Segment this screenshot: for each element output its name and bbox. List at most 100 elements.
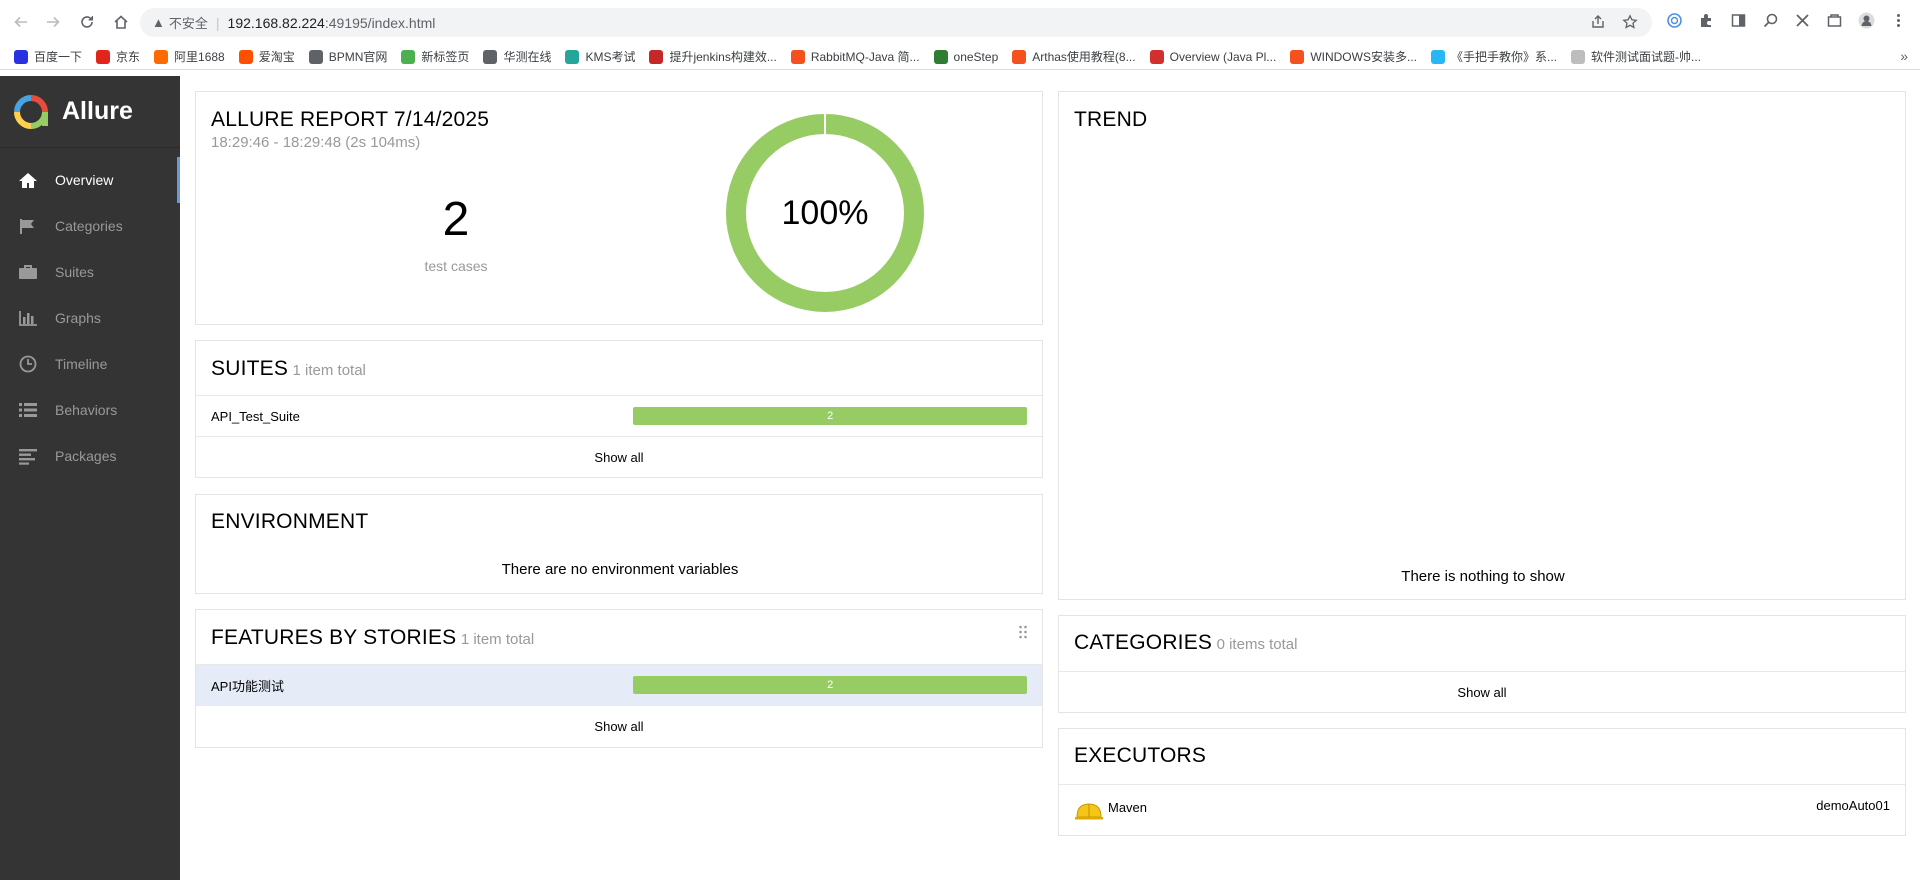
bookmark-favicon-icon	[238, 49, 253, 64]
browser-toolbar: ▲ 不安全 | 192.168.82.224:49195/index.html	[0, 0, 1920, 44]
bookmark-label: BPMN官网	[328, 50, 388, 64]
sidebar-item-categories[interactable]: Categories	[0, 203, 180, 249]
bookmark-item[interactable]: WINDOWS安装多...	[1290, 48, 1417, 65]
features-subtitle: 1 item total	[460, 631, 535, 648]
bookmarks-overflow-icon[interactable]: »	[1900, 48, 1908, 64]
executor-row[interactable]: Maven demoAuto01	[1059, 785, 1905, 837]
bookmark-label: oneStep	[953, 49, 999, 64]
address-bar[interactable]: ▲ 不安全 | 192.168.82.224:49195/index.html	[140, 8, 1652, 37]
bookmark-item[interactable]: 阿里1688	[154, 48, 225, 65]
tools-icon[interactable]	[1794, 12, 1811, 29]
bookmark-item[interactable]: 华测在线	[483, 48, 551, 65]
bookmark-label: 新标签页	[421, 50, 470, 64]
trend-title: TREND	[1074, 108, 1148, 131]
bookmark-item[interactable]: 软件测试面试题-帅...	[1571, 48, 1701, 65]
back-button[interactable]	[10, 11, 32, 33]
categories-subtitle: 0 items total	[1216, 636, 1298, 653]
environment-title: ENVIRONMENT	[211, 510, 369, 533]
home-outline-icon	[114, 15, 128, 29]
executor-build-name[interactable]: demoAuto01	[1816, 798, 1890, 813]
sidebar-item-timeline[interactable]: Timeline	[0, 341, 180, 387]
bookmark-favicon-icon	[1149, 49, 1164, 64]
sidebar-item-label: Categories	[55, 218, 123, 234]
bookmark-label: WINDOWS安装多...	[1310, 50, 1417, 64]
categories-title: CATEGORIES	[1074, 631, 1213, 654]
bookmark-item[interactable]: Arthas使用教程(8...	[1012, 48, 1136, 65]
bookmark-item[interactable]: BPMN官网	[308, 48, 388, 65]
reload-icon	[81, 16, 93, 28]
bookmark-favicon-icon	[1430, 49, 1445, 64]
report-time-range: 18:29:46 - 18:29:48 (2s 104ms)	[211, 134, 421, 151]
bookmark-item[interactable]: 爱淘宝	[238, 48, 295, 65]
home-button[interactable]	[110, 11, 132, 33]
search-icon[interactable]	[1762, 12, 1779, 29]
bookmark-label: 爱淘宝	[258, 50, 295, 64]
bookmark-item[interactable]: oneStep	[933, 49, 999, 64]
sidepanel-icon[interactable]	[1730, 12, 1747, 29]
bookmark-favicon-icon	[1290, 49, 1305, 64]
reload-button[interactable]	[76, 11, 98, 33]
executor-name: Maven	[1108, 799, 1148, 815]
feature-row[interactable]: API功能测试 2	[196, 665, 1042, 706]
tab-search-icon[interactable]	[1826, 12, 1843, 29]
bookmark-label: 阿里1688	[174, 50, 225, 64]
url-host: 192.168.82.224	[227, 14, 325, 31]
suite-row[interactable]: API_Test_Suite 2	[196, 396, 1042, 437]
sidebar-item-packages[interactable]: Packages	[0, 433, 180, 479]
helmet-icon	[1075, 803, 1103, 820]
sidebar-item-label: Packages	[55, 448, 117, 464]
brand[interactable]: Allure	[0, 76, 180, 148]
kebab-menu-icon[interactable]	[1890, 12, 1907, 29]
bookmark-favicon-icon	[790, 49, 805, 64]
features-title: FEATURES BY STORIES	[211, 626, 457, 649]
sidebar-item-suites[interactable]: Suites	[0, 249, 180, 295]
url-path: :49195/index.html	[324, 14, 436, 31]
features-header: FEATURES BY STORIES 1 item total	[196, 610, 1042, 665]
sidebar-item-overview[interactable]: Overview	[0, 157, 180, 203]
extension-toolbar	[1666, 12, 1907, 29]
sidebar-item-behaviors[interactable]: Behaviors	[0, 387, 180, 433]
bookmark-label: KMS考试	[585, 50, 636, 64]
bookmark-item[interactable]: 《手把手教你》系...	[1430, 48, 1557, 65]
summary-widget: ALLURE REPORT 7/14/2025 18:29:46 - 18:29…	[195, 91, 1043, 325]
suites-show-all-link[interactable]: Show all	[196, 437, 1042, 478]
forward-button[interactable]	[42, 11, 64, 33]
bookmark-item[interactable]: 新标签页	[401, 48, 469, 65]
bookmark-item[interactable]: RabbitMQ-Java 简...	[790, 48, 920, 65]
trend-widget: TREND There is nothing to show	[1058, 91, 1906, 600]
suites-widget: SUITES 1 item total API_Test_Suite 2 Sho…	[195, 340, 1043, 478]
bookmark-item[interactable]: KMS考试	[565, 48, 635, 65]
bookmark-label: Overview (Java Pl...	[1169, 49, 1277, 64]
star-icon[interactable]	[1622, 14, 1638, 30]
drag-handle-icon[interactable]	[1018, 625, 1028, 639]
bookmark-label: 京东	[116, 50, 141, 64]
brand-name: Allure	[62, 97, 133, 125]
bookmark-label: Arthas使用教程(8...	[1032, 50, 1136, 64]
sidebar-item-label: Behaviors	[55, 402, 118, 418]
bookmark-favicon-icon	[14, 49, 28, 64]
security-label: 不安全	[168, 16, 208, 31]
list-icon	[18, 401, 38, 419]
bookmark-item[interactable]: 提升jenkins构建效...	[649, 48, 777, 65]
bookmark-favicon-icon	[308, 49, 323, 64]
bookmark-favicon-icon	[96, 49, 111, 64]
features-show-all-link[interactable]: Show all	[196, 706, 1042, 747]
profile-avatar-icon[interactable]	[1858, 12, 1875, 29]
puzzle-icon[interactable]	[1698, 12, 1715, 29]
bookmark-label: 华测在线	[503, 50, 552, 64]
test-count: 2	[442, 193, 470, 246]
suite-name: API_Test_Suite	[211, 408, 300, 424]
bookmark-item[interactable]: Overview (Java Pl...	[1149, 49, 1277, 64]
bookmark-item[interactable]: 百度一下	[14, 48, 82, 65]
executors-widget: EXECUTORS Maven demoAuto01	[1058, 728, 1906, 836]
main-content: ALLURE REPORT 7/14/2025 18:29:46 - 18:29…	[180, 76, 1920, 880]
bookmark-favicon-icon	[1571, 49, 1585, 64]
extension-circle-icon[interactable]	[1666, 12, 1683, 29]
allure-logo-icon	[14, 94, 48, 129]
share-icon[interactable]	[1590, 14, 1606, 30]
bookmark-favicon-icon	[154, 49, 169, 64]
sidebar-item-graphs[interactable]: Graphs	[0, 295, 180, 341]
bookmark-item[interactable]: 京东	[96, 48, 140, 65]
omnibox-separator: |	[215, 14, 220, 31]
categories-show-all-link[interactable]: Show all	[1059, 672, 1905, 713]
